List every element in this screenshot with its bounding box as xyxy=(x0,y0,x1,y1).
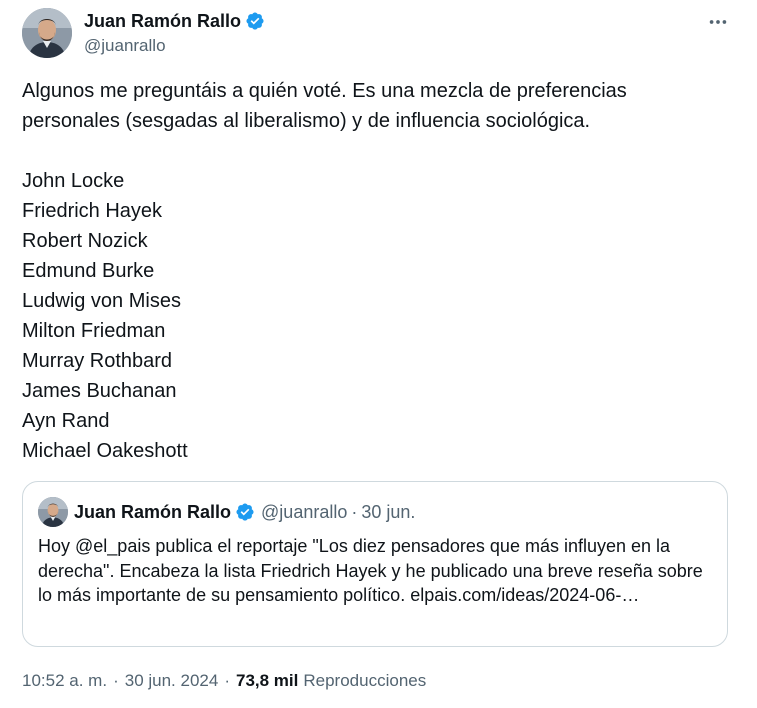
quoted-author-avatar[interactable] xyxy=(38,497,68,527)
list-item: Ayn Rand xyxy=(22,410,110,432)
tweet-meta: 10:52 a. m. · 30 jun. 2024 · 73,8 mil Re… xyxy=(22,668,426,694)
quoted-text: Hoy @el_pais publica el reportaje "Los d… xyxy=(38,536,703,605)
author-name-text[interactable]: Juan Ramón Rallo xyxy=(84,9,241,33)
verified-badge-icon xyxy=(246,12,264,30)
list-item: Murray Rothbard xyxy=(22,350,173,372)
views-label: Reproducciones xyxy=(303,671,427,690)
list-item: John Locke xyxy=(22,170,125,192)
tweet-time[interactable]: 10:52 a. m. xyxy=(22,671,107,691)
separator-dot: · xyxy=(351,501,358,522)
separator-dot: · xyxy=(113,671,119,690)
tweet-date[interactable]: 30 jun. 2024 xyxy=(125,671,219,691)
more-options-button[interactable] xyxy=(700,8,736,36)
quoted-author-name[interactable]: Juan Ramón Rallo xyxy=(74,502,231,523)
quoted-tweet[interactable]: Juan Ramón Rallo @juanrallo · 30 jun. Ho… xyxy=(22,481,728,647)
more-options-icon xyxy=(709,20,727,24)
list-item: Ludwig von Mises xyxy=(22,290,181,312)
quoted-header: Juan Ramón Rallo @juanrallo · 30 jun. xyxy=(74,499,415,525)
list-item: Milton Friedman xyxy=(22,320,166,342)
list-item: James Buchanan xyxy=(22,380,177,402)
separator-dot: · xyxy=(224,671,230,690)
author-handle[interactable]: @juanrallo xyxy=(84,35,166,57)
tweet-intro: Algunos me preguntáis a quién voté. Es u… xyxy=(22,80,627,132)
verified-badge-icon xyxy=(236,503,254,521)
names-list: John Locke Friedrich Hayek Robert Nozick… xyxy=(22,166,722,466)
tweet-text: Algunos me preguntáis a quién voté. Es u… xyxy=(22,76,722,466)
tweet: Juan Ramón Rallo @juanrallo Algunos me p… xyxy=(0,0,757,708)
author-avatar[interactable] xyxy=(22,8,72,58)
author-name[interactable]: Juan Ramón Rallo xyxy=(84,9,265,33)
quoted-author-handle[interactable]: @juanrallo xyxy=(261,502,347,523)
list-item: Edmund Burke xyxy=(22,260,155,282)
list-item: Friedrich Hayek xyxy=(22,200,163,222)
list-item: Michael Oakeshott xyxy=(22,440,188,462)
views-count: 73,8 mil xyxy=(236,671,299,690)
quoted-date[interactable]: 30 jun. xyxy=(361,502,415,523)
list-item: Robert Nozick xyxy=(22,230,148,252)
